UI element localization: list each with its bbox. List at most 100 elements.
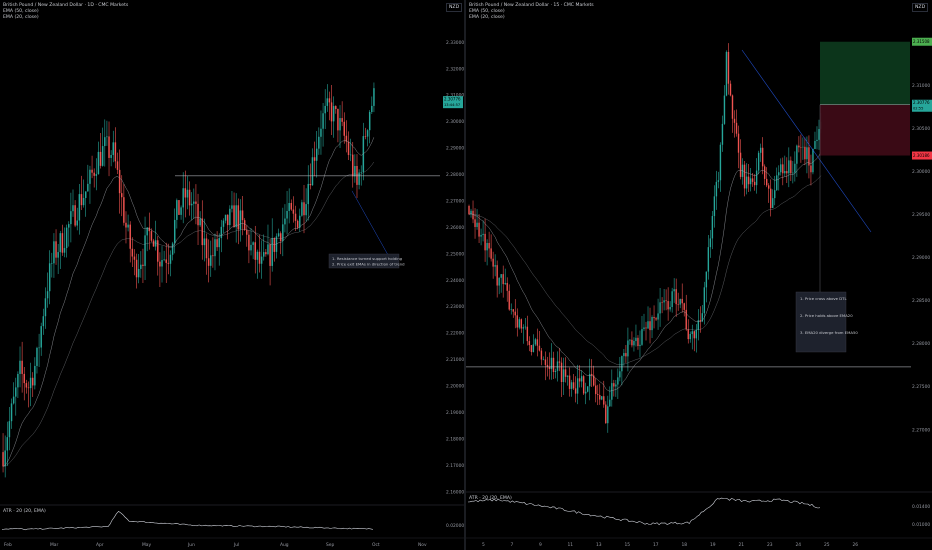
daily-atr-tick: 0.02000 [446,523,464,529]
daily-candle [193,201,195,204]
daily-candle [36,347,38,366]
daily-price-tick: 2.27000 [446,198,464,204]
intraday-candle [637,337,639,347]
intraday-candle [544,359,547,365]
daily-candle [40,326,42,348]
daily-candle [178,200,180,215]
daily-price-tick: 2.22000 [446,331,464,337]
intraday-candle [772,198,774,209]
daily-candle [233,205,235,228]
daily-candle [311,157,314,186]
daily-candle [237,205,240,230]
intraday-date-tick: 9 [539,542,542,548]
daily-candle [290,202,293,210]
intraday-candle [580,376,583,382]
daily-atr-title: ATR · 20 (20, EMA) [3,508,46,514]
intraday-candle [695,329,697,339]
daily-candle [154,240,157,247]
intraday-candle [677,304,679,305]
intraday-date-tick: 24 [796,542,802,548]
daily-candle [248,234,250,251]
intraday-candle [731,95,734,119]
daily-candle [59,233,62,253]
daily-candle [131,248,134,257]
intraday-chart-svg[interactable]: 2.31000 2.30500 2.30000 2.29500 2.29000 2.285… [466,0,932,550]
intraday-candle [605,404,607,424]
intraday-chart-pane[interactable]: 2.31000 2.30500 2.30000 2.29500 2.29000 2.285… [466,0,932,550]
daily-candle [84,191,87,198]
daily-candle [267,244,269,255]
daily-candle [256,251,259,260]
daily-candle [315,148,318,161]
daily-currency-badge[interactable]: NZD [446,3,463,12]
daily-candle [205,238,208,259]
daily-candle [114,142,117,162]
intraday-candle [810,165,812,173]
daily-candle [2,452,4,467]
intraday-candle [512,309,514,312]
daily-candle [305,204,307,216]
daily-candle [89,169,91,184]
intraday-candle [502,274,504,285]
daily-annotation-line: 1. Resistance turned support holding [332,256,403,261]
intraday-date-tick: 25 [824,542,830,548]
intraday-candle [794,163,796,173]
intraday-candle [776,175,778,191]
intraday-candle [665,300,667,302]
intraday-entry-time: 02:55 [913,107,923,111]
intraday-candle [788,160,790,174]
intraday-candle [763,166,766,179]
intraday-candle [816,139,818,142]
intraday-candle [687,329,689,340]
intraday-annotation-line: 3. EMA20 diverge from EMA50 [800,330,858,335]
daily-chart-svg[interactable]: 2.330002.320002.310002.300002.290002.280… [0,0,464,550]
daily-price-tick: 2.19000 [446,410,464,416]
intraday-candle [725,51,728,96]
intraday-candle [715,181,718,197]
daily-candle [110,154,112,158]
daily-candle [214,239,216,257]
intraday-candle [522,327,525,329]
daily-candle [309,183,312,186]
daily-candle [140,264,142,269]
intraday-candle [566,375,569,377]
daily-candle [106,136,108,138]
intraday-candle [514,311,516,316]
intraday-candle [474,219,476,227]
daily-candle [352,154,354,177]
intraday-candle [671,291,673,307]
daily-candle [303,202,305,216]
intraday-candle [691,331,693,334]
daily-candle [159,261,161,267]
daily-price-tick: 2.24000 [446,278,464,284]
daily-chart-pane[interactable]: 2.330002.320002.310002.300002.290002.280… [0,0,464,550]
intraday-price-tick: 2.28500 [912,298,930,304]
intraday-candle [647,321,649,329]
intraday-candle [562,369,565,382]
daily-candle [269,244,271,266]
intraday-candle [729,83,732,96]
intraday-candle [621,356,623,372]
daily-candle [241,210,244,221]
intraday-price-tick: 2.30000 [912,169,930,175]
intraday-chart-legend: British Pound / New Zealand Dollar · 15 … [469,3,594,21]
intraday-candle [607,406,609,424]
intraday-currency-badge[interactable]: NZD [912,3,929,12]
intraday-candle [516,315,518,328]
intraday-candle [500,274,502,278]
daily-candle [218,238,220,248]
intraday-candle [558,361,561,363]
daily-candle [78,194,81,221]
daily-candle [165,259,167,263]
intraday-candle [800,147,802,148]
daily-candle [231,205,233,209]
daily-candle [93,172,95,176]
daily-candle [326,98,329,106]
intraday-date-tick: 17 [653,542,659,548]
daily-candle [137,268,140,278]
intraday-candle [625,353,627,357]
daily-candle [282,224,284,242]
daily-date-tick: Jun [187,542,195,548]
intraday-candle [802,146,804,148]
daily-last-price-label: 2.30776 [444,97,461,102]
